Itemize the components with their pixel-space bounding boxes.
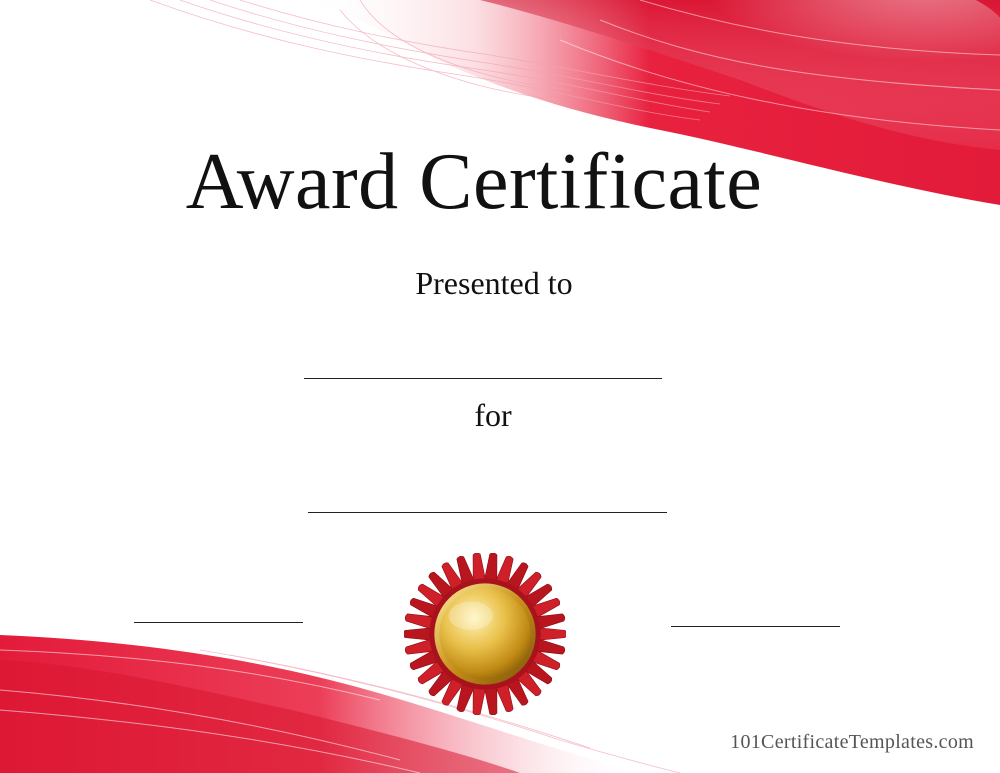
website-credit: 101CertificateTemplates.com bbox=[730, 731, 974, 753]
left-signature-line bbox=[134, 622, 303, 623]
certificate-title: Award Certificate bbox=[185, 138, 763, 226]
gold-award-seal-icon bbox=[404, 553, 566, 715]
for-label: for bbox=[474, 397, 512, 433]
award-reason-line bbox=[308, 512, 667, 513]
award-certificate: Award Certificate Presented to for 101Ce… bbox=[0, 0, 1000, 773]
right-signature-line bbox=[671, 626, 840, 627]
recipient-name-line bbox=[304, 378, 662, 379]
presented-to-label: Presented to bbox=[415, 265, 573, 301]
